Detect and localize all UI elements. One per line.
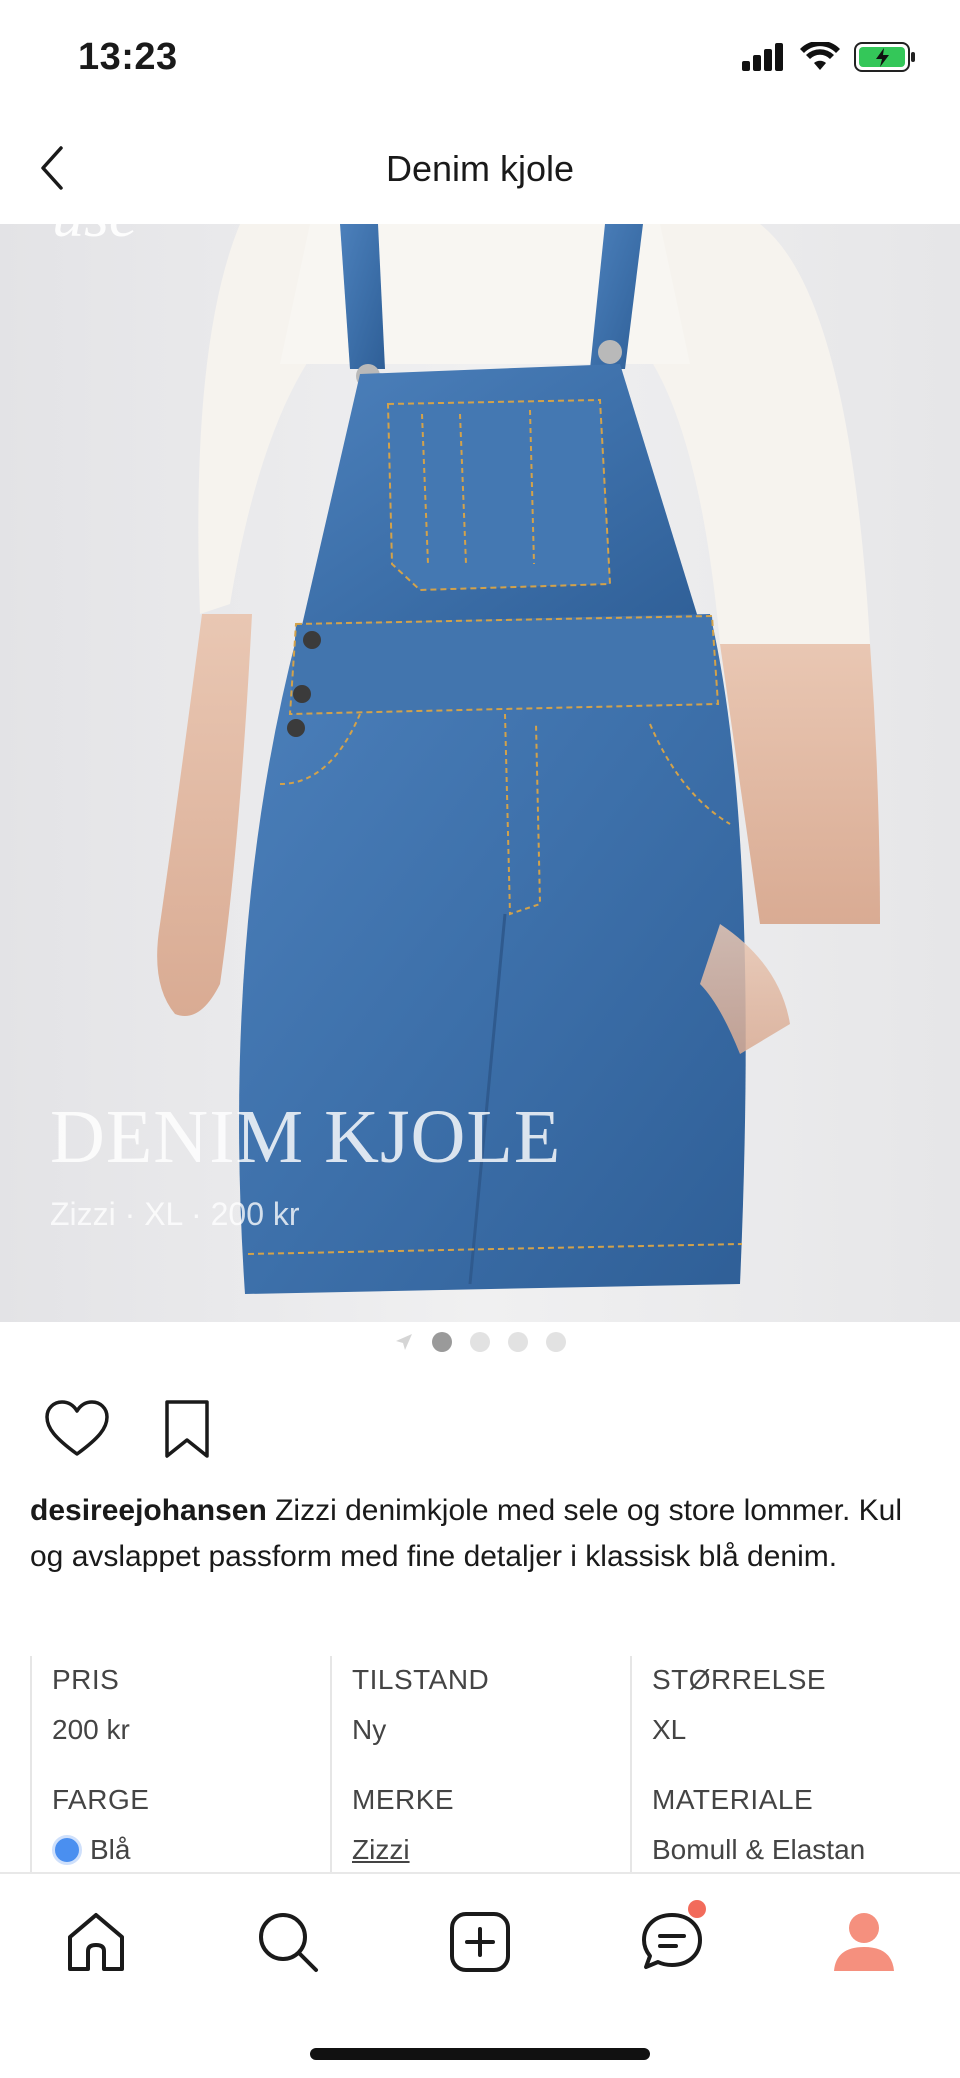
like-button[interactable] — [44, 1396, 110, 1462]
notification-badge — [688, 1900, 706, 1918]
tab-add-listing[interactable] — [440, 1902, 520, 1982]
tab-profile[interactable] — [824, 1902, 904, 1982]
pager-dot[interactable] — [546, 1332, 566, 1352]
tab-home[interactable] — [56, 1902, 136, 1982]
messages-icon — [642, 1913, 702, 1969]
attribute-value: Ny — [352, 1714, 387, 1745]
image-pager — [0, 1330, 960, 1354]
attribute-row: PRIS 200 kr TILSTAND Ny STØRRELSE XL — [30, 1656, 930, 1776]
attribute-value: Bomull & Elastan — [652, 1834, 866, 1865]
search-icon — [259, 1913, 318, 1972]
color-swatch — [52, 1835, 82, 1865]
attribute-label: MERKE — [352, 1784, 455, 1815]
attribute-value: 200 kr — [52, 1714, 130, 1745]
pager-dot[interactable] — [432, 1332, 452, 1352]
attribute-label: TILSTAND — [352, 1664, 490, 1695]
nav-bar: Denim kjole — [0, 120, 960, 224]
page-title: Denim kjole — [385, 148, 575, 189]
attribute-label: PRIS — [52, 1664, 120, 1695]
pager-dot[interactable] — [508, 1332, 528, 1352]
attribute-condition: TILSTAND Ny — [330, 1656, 630, 1776]
attribute-value: Blå — [52, 1834, 330, 1866]
save-button[interactable] — [154, 1396, 220, 1462]
status-time: 13:23 — [78, 36, 178, 78]
add-icon — [450, 1912, 510, 1972]
svg-text:use: use — [52, 224, 137, 250]
brand-link[interactable]: Zizzi — [352, 1834, 630, 1866]
battery-charging-icon — [854, 42, 915, 72]
attribute-label: STØRRELSE — [652, 1664, 827, 1695]
heart-icon — [45, 1400, 109, 1456]
status-icons — [742, 42, 916, 72]
attribute-value: XL — [652, 1714, 687, 1745]
home-indicator — [310, 2048, 650, 2060]
post-actions — [44, 1396, 220, 1462]
signal-icon — [742, 43, 783, 71]
location-arrow-icon — [396, 1334, 412, 1350]
hero-subtitle: Zizzi · XL · 200 kr — [50, 1196, 300, 1232]
status-bar: 13:23 — [0, 0, 960, 120]
bookmark-icon — [165, 1400, 209, 1458]
tab-bar — [0, 1872, 960, 2078]
home-icon — [68, 1913, 124, 1971]
product-image[interactable]: use DENIM KJOLE Zizzi · XL · 200 kr — [0, 224, 960, 1322]
pager-dot[interactable] — [470, 1332, 490, 1352]
product-attributes: PRIS 200 kr TILSTAND Ny STØRRELSE XL FAR… — [30, 1656, 930, 1896]
wifi-icon — [800, 42, 840, 70]
post-description: desireejohansen Zizzi denimkjole med sel… — [30, 1488, 910, 1580]
hero-title: DENIM KJOLE — [50, 1095, 562, 1179]
profile-icon — [834, 1913, 894, 1971]
attribute-label: FARGE — [52, 1784, 150, 1815]
attribute-price: PRIS 200 kr — [30, 1656, 330, 1776]
attribute-size: STØRRELSE XL — [630, 1656, 930, 1776]
username-link[interactable]: desireejohansen — [30, 1494, 267, 1527]
tab-messages[interactable] — [632, 1900, 712, 1982]
attribute-label: MATERIALE — [652, 1784, 814, 1815]
tab-search[interactable] — [248, 1902, 328, 1982]
